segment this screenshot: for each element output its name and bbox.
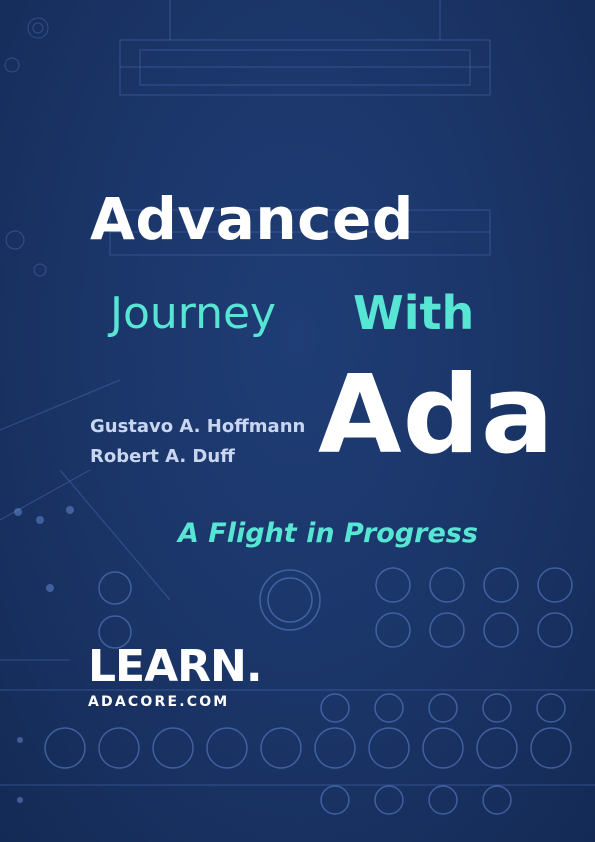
adacore-url-text: ADACORE.COM (88, 694, 230, 710)
title-ada: Ada (318, 353, 555, 478)
author-name: Robert A. Duff (90, 446, 235, 467)
title-advanced: Advanced (90, 185, 414, 253)
subtitle: A Flight in Progress (178, 518, 478, 549)
author-name: Gustavo A. Hoffmann (90, 416, 306, 437)
learn-logo-text: LEARN. (88, 641, 263, 692)
book-cover: Advanced Journey With Ada Gustavo A. Hof… (0, 0, 595, 842)
title-with: With (353, 286, 475, 340)
title-journey: Journey (110, 288, 277, 339)
